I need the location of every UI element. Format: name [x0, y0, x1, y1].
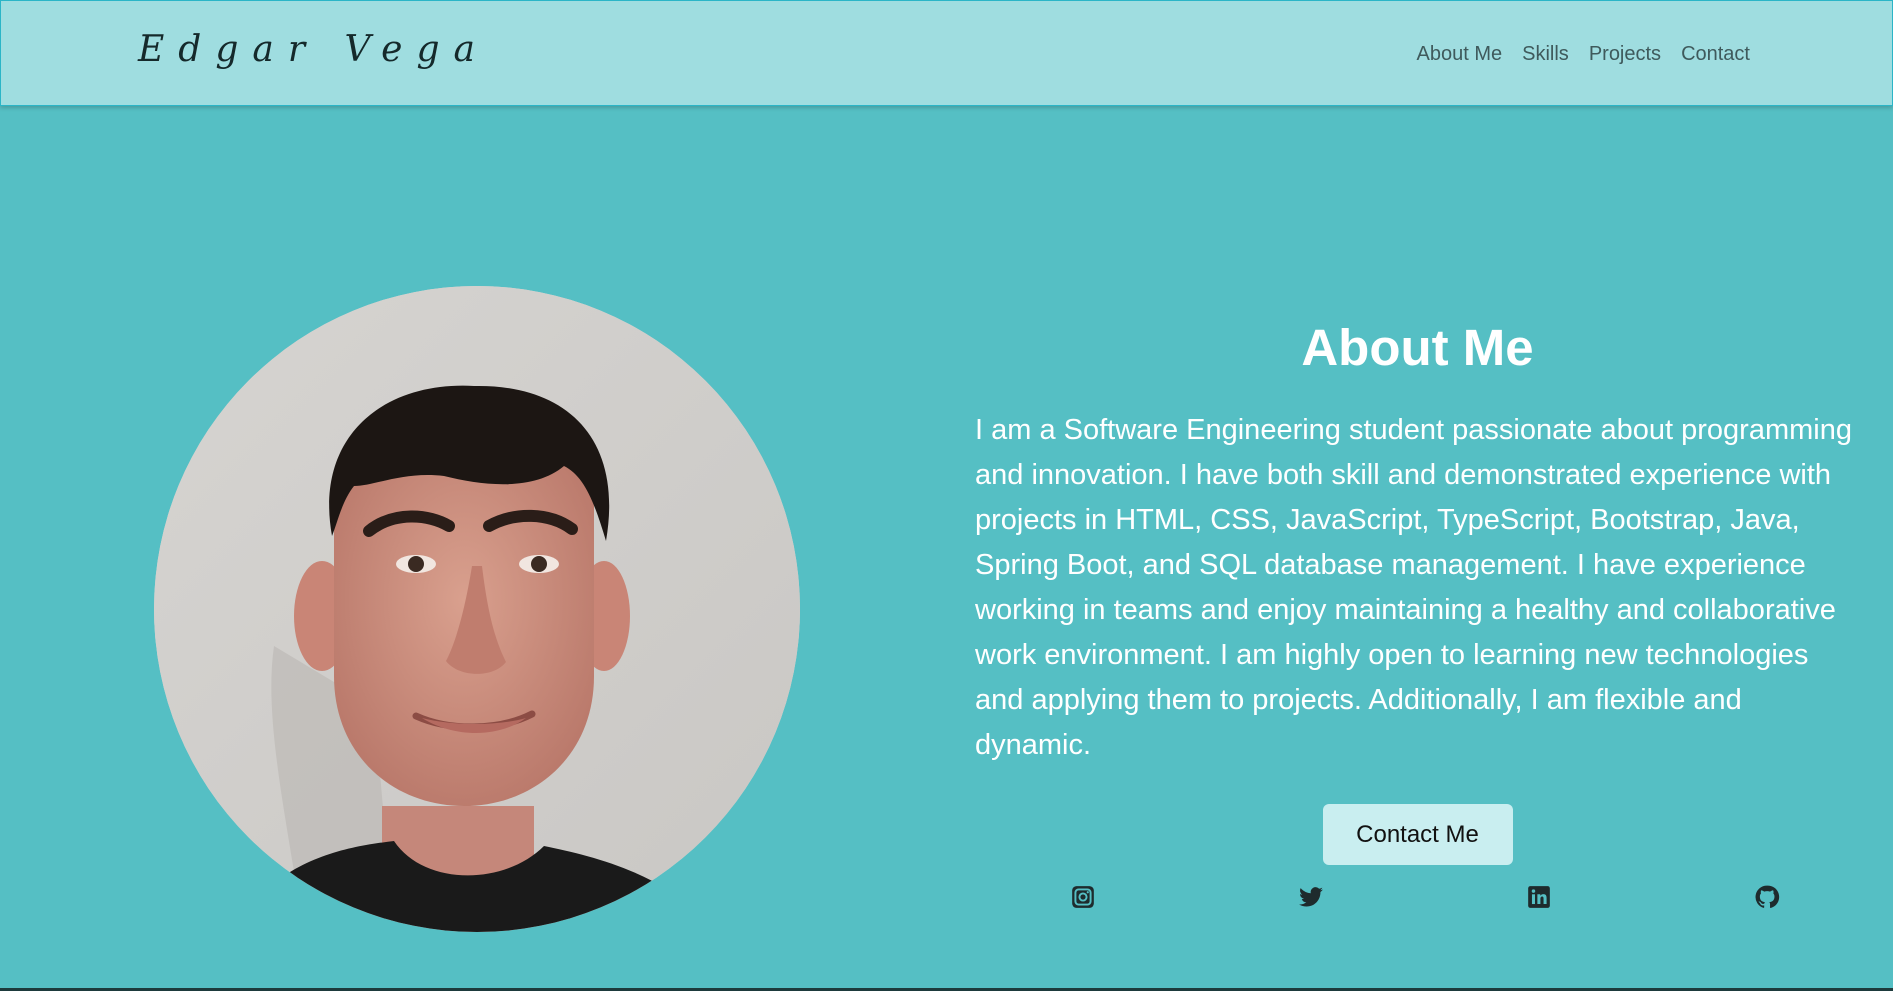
contact-button-row: Contact Me	[975, 804, 1860, 865]
github-icon[interactable]	[1754, 884, 1780, 910]
linkedin-icon[interactable]	[1526, 884, 1552, 910]
nav-menu: About Me Skills Projects Contact	[1417, 43, 1750, 66]
nav-link-contact[interactable]: Contact	[1681, 43, 1750, 66]
social-links	[1070, 884, 1780, 910]
brand-logo[interactable]: Edgar Vega	[138, 29, 489, 70]
nav-link-about-me[interactable]: About Me	[1417, 43, 1503, 66]
navbar: Edgar Vega About Me Skills Projects Cont…	[0, 0, 1893, 106]
nav-link-skills[interactable]: Skills	[1522, 43, 1569, 66]
instagram-icon[interactable]	[1070, 884, 1096, 910]
contact-me-button[interactable]: Contact Me	[1322, 804, 1513, 865]
about-title: About Me	[1301, 319, 1534, 376]
about-section: About Me I am a Software Engineering stu…	[975, 318, 1860, 865]
page: Edgar Vega About Me Skills Projects Cont…	[0, 0, 1893, 991]
nav-link-projects[interactable]: Projects	[1589, 43, 1661, 66]
about-description: I am a Software Engineering student pass…	[975, 414, 1852, 761]
profile-photo	[154, 286, 800, 932]
twitter-icon[interactable]	[1298, 884, 1324, 910]
